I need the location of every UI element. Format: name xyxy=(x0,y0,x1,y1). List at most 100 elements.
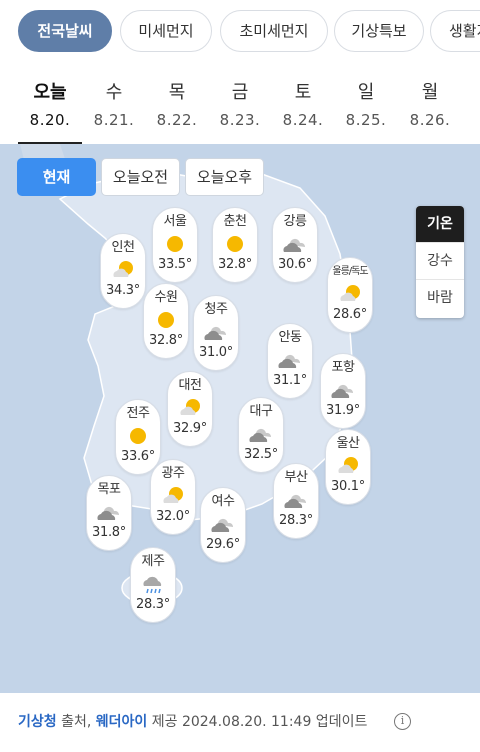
mode-wind[interactable]: 바람 xyxy=(416,280,464,317)
day-date: 8.20. xyxy=(29,111,71,129)
city-temperature: 30.1° xyxy=(331,479,365,494)
sun-icon xyxy=(153,233,197,255)
rain-icon xyxy=(131,573,175,595)
city-name: 대구 xyxy=(249,404,273,419)
city-marker[interactable]: 전주 33.6° xyxy=(115,399,161,475)
sun-icon xyxy=(116,425,160,447)
city-temperature: 32.8° xyxy=(218,257,252,272)
this-morning-button[interactable]: 오늘오전 xyxy=(101,158,180,196)
day-date: 8.26. xyxy=(409,111,451,129)
tab-fine-dust[interactable]: 미세먼지 xyxy=(120,10,212,52)
day-date: 8.23. xyxy=(219,111,261,129)
sun-icon xyxy=(213,233,257,255)
city-temperature: 28.6° xyxy=(333,307,367,322)
day-name: 오늘 xyxy=(33,82,67,103)
day-wed[interactable]: 수 8.21. xyxy=(82,80,146,132)
update-timestamp: 제공 2024.08.20. 11:49 업데이트 xyxy=(147,714,368,730)
city-temperature: 28.3° xyxy=(136,597,170,612)
city-temperature: 33.6° xyxy=(121,449,155,464)
footer: 기상청 출처, 웨더아이 제공 2024.08.20. 11:49 업데이트 i xyxy=(0,693,480,752)
day-date: 8.21. xyxy=(93,111,135,129)
city-temperature: 31.1° xyxy=(273,373,307,388)
cloudy-icon xyxy=(201,513,245,535)
city-marker[interactable]: 대전 32.9° xyxy=(167,371,213,447)
city-marker[interactable]: 서울 33.5° xyxy=(152,207,198,283)
city-marker[interactable]: 안동 31.1° xyxy=(267,323,313,399)
city-marker[interactable]: 춘천 32.8° xyxy=(212,207,258,283)
city-temperature: 30.6° xyxy=(278,257,312,272)
partly-cloudy-icon xyxy=(326,455,370,477)
city-marker[interactable]: 부산 28.3° xyxy=(273,463,319,539)
city-marker[interactable]: 인천 34.3° xyxy=(100,233,146,309)
mode-temperature[interactable]: 기온 xyxy=(416,206,464,243)
city-marker[interactable]: 제주 28.3° xyxy=(130,547,176,623)
city-temperature: 31.9° xyxy=(326,403,360,418)
city-name: 제주 xyxy=(141,554,165,569)
map-mode-toggle: 기온 강수 바람 xyxy=(416,206,464,318)
city-marker[interactable]: 광주 32.0° xyxy=(150,459,196,535)
day-name: 목 xyxy=(168,82,186,103)
kma-source-link[interactable]: 기상청 xyxy=(18,714,57,730)
city-name: 울릉/독도 xyxy=(332,266,368,277)
top-tab-bar: 전국날씨 미세먼지 초미세먼지 기상특보 생활지 xyxy=(0,0,480,64)
day-today[interactable]: 오늘 8.20. xyxy=(18,80,82,132)
city-temperature: 34.3° xyxy=(106,283,140,298)
info-icon[interactable]: i xyxy=(394,713,411,730)
tab-living-index[interactable]: 생활지 xyxy=(430,10,480,52)
city-name: 수원 xyxy=(154,290,178,305)
city-name: 춘천 xyxy=(223,214,247,229)
now-button[interactable]: 현재 xyxy=(17,158,96,196)
cloudy-icon xyxy=(194,321,238,343)
city-marker[interactable]: 강릉 30.6° xyxy=(272,207,318,283)
weatheri-provider-link[interactable]: 웨더아이 xyxy=(96,714,148,730)
city-marker[interactable]: 목포 31.8° xyxy=(86,475,132,551)
city-temperature: 31.0° xyxy=(199,345,233,360)
day-name: 수 xyxy=(105,82,123,103)
city-marker[interactable]: 수원 32.8° xyxy=(143,283,189,359)
day-date: 8.22. xyxy=(156,111,198,129)
city-name: 광주 xyxy=(161,466,185,481)
city-name: 부산 xyxy=(284,470,308,485)
city-marker[interactable]: 포항 31.9° xyxy=(320,353,366,429)
day-name: 월 xyxy=(421,82,439,103)
day-selector: 오늘 8.20. 수 8.21. 목 8.22. 금 8.23. 토 8.24.… xyxy=(0,80,480,144)
day-fri[interactable]: 금 8.23. xyxy=(208,80,272,132)
day-thu[interactable]: 목 8.22. xyxy=(145,80,209,132)
mode-precipitation[interactable]: 강수 xyxy=(416,243,464,280)
tab-national-weather[interactable]: 전국날씨 xyxy=(18,10,112,52)
city-marker[interactable]: 대구 32.5° xyxy=(238,397,284,473)
city-temperature: 28.3° xyxy=(279,513,313,528)
day-date: 8.24. xyxy=(282,111,324,129)
tab-ultrafine-dust[interactable]: 초미세먼지 xyxy=(220,10,328,52)
city-marker[interactable]: 여수 29.6° xyxy=(200,487,246,563)
day-sun[interactable]: 일 8.25. xyxy=(334,80,398,132)
this-afternoon-button[interactable]: 오늘오후 xyxy=(185,158,264,196)
city-temperature: 32.9° xyxy=(173,421,207,436)
day-name: 일 xyxy=(357,82,375,103)
partly-cloudy-icon xyxy=(328,283,372,305)
city-temperature: 31.8° xyxy=(92,525,126,540)
partly-cloudy-icon xyxy=(101,259,145,281)
cloudy-icon xyxy=(239,423,283,445)
cloudy-icon xyxy=(321,379,365,401)
city-name: 포항 xyxy=(331,360,355,375)
source-suffix: 출처, xyxy=(56,714,96,730)
weather-map[interactable]: 현재 오늘오전 오늘오후 기온 강수 바람 서울 33.5° 춘천 32.8° 강릉 30… xyxy=(0,144,480,693)
city-temperature: 32.5° xyxy=(244,447,278,462)
cloudy-icon xyxy=(274,489,318,511)
city-name: 인천 xyxy=(111,240,135,255)
cloudy-icon xyxy=(273,233,317,255)
city-marker[interactable]: 청주 31.0° xyxy=(193,295,239,371)
city-temperature: 32.0° xyxy=(156,509,190,524)
city-marker[interactable]: 울릉/독도 28.6° xyxy=(327,257,373,333)
cloudy-icon xyxy=(87,501,131,523)
day-date: 8.25. xyxy=(345,111,387,129)
city-name: 전주 xyxy=(126,406,150,421)
day-sat[interactable]: 토 8.24. xyxy=(271,80,335,132)
tab-weather-warning[interactable]: 기상특보 xyxy=(334,10,424,52)
cloudy-icon xyxy=(268,349,312,371)
day-mon[interactable]: 월 8.26. xyxy=(398,80,462,132)
city-marker[interactable]: 울산 30.1° xyxy=(325,429,371,505)
source-line: 기상청 출처, 웨더아이 제공 2024.08.20. 11:49 업데이트 xyxy=(18,711,367,731)
city-name: 강릉 xyxy=(283,214,307,229)
